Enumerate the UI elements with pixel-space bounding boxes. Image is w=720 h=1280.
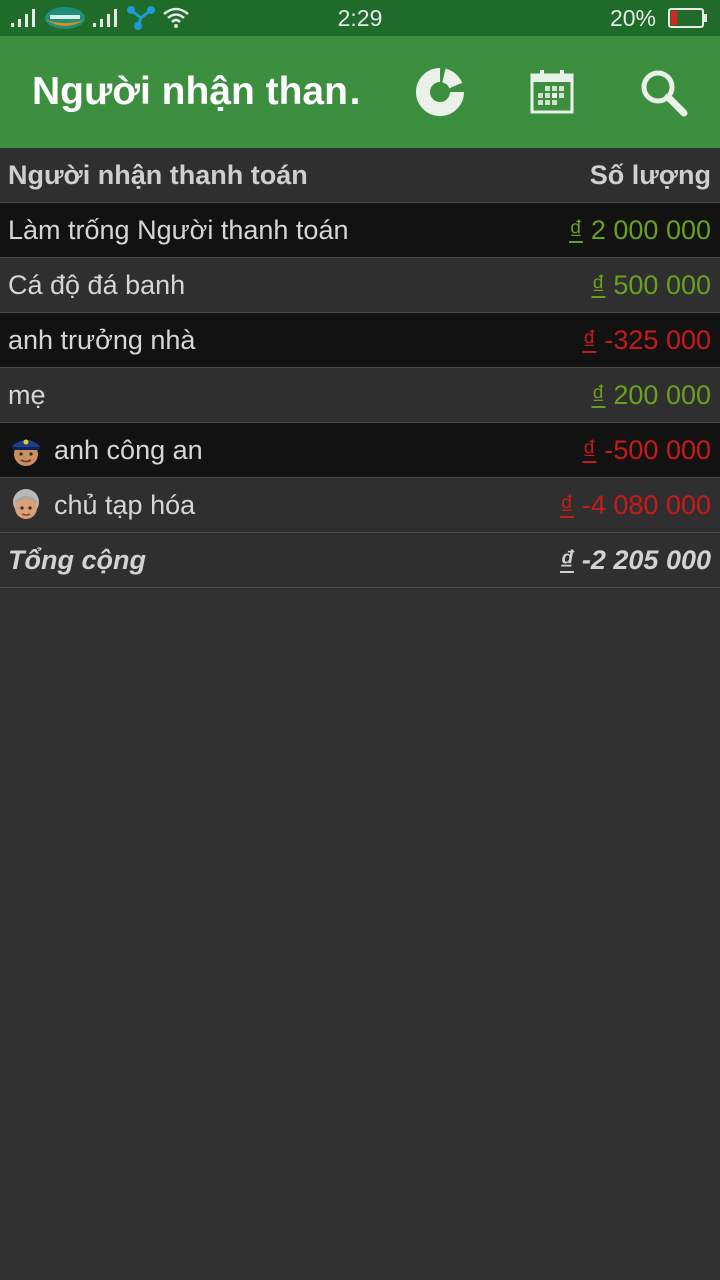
search-button[interactable]: [637, 66, 689, 118]
currency-symbol: ₫: [569, 215, 583, 245]
payee-name: anh trưởng nhà: [8, 313, 195, 367]
payee-amount: ₫ 200 000: [592, 368, 711, 422]
calendar-icon: [530, 70, 574, 114]
table-row[interactable]: chủ tạp hóa ₫ -4 080 000: [0, 478, 720, 533]
payee-name: anh công an: [8, 423, 203, 477]
battery-icon: [668, 8, 707, 28]
amount-value: 500 000: [613, 270, 711, 300]
payee-amount: ₫ -325 000: [583, 313, 711, 367]
payee-name: mẹ: [8, 368, 46, 422]
currency-symbol: ₫: [582, 325, 597, 355]
payee-name: chủ tạp hóa: [8, 478, 195, 532]
calendar-button[interactable]: [526, 66, 578, 118]
amount-value: -325 000: [604, 325, 711, 355]
table-row[interactable]: Làm trống Người thanh toán ₫ 2 000 000: [0, 203, 720, 258]
total-row: Tổng cộng ₫ -2 205 000: [0, 533, 720, 588]
currency-symbol: ₫: [591, 270, 606, 300]
payee-amount: ₫ 500 000: [592, 258, 711, 312]
page-title: Người nhận than…: [32, 70, 362, 113]
payee-label: anh công an: [54, 435, 203, 465]
currency-symbol: ₫: [582, 435, 597, 465]
chart-button[interactable]: [414, 66, 466, 118]
payee-amount: ₫ -4 080 000: [560, 478, 711, 532]
search-icon: [641, 70, 688, 117]
total-value: -2 205 000: [581, 545, 711, 575]
total-label: Tổng cộng: [8, 545, 146, 575]
status-icons-right: 20%: [610, 0, 708, 36]
payee-label: mẹ: [8, 380, 46, 410]
currency-symbol: ₫: [591, 380, 606, 410]
table-row[interactable]: anh công an ₫ -500 000: [0, 423, 720, 478]
payee-amount: ₫ 2 000 000: [569, 203, 711, 257]
table-row[interactable]: Cá độ đá banh ₫ 500 000: [0, 258, 720, 313]
payee-label: Cá độ đá banh: [8, 270, 186, 300]
old-woman-icon: [13, 489, 39, 519]
status-bar: 2:29 20%: [0, 0, 720, 36]
table-row[interactable]: anh trưởng nhà ₫ -325 000: [0, 313, 720, 368]
payee-amount: ₫ -500 000: [583, 423, 711, 477]
police-officer-icon: [12, 439, 40, 466]
payee-name: Cá độ đá banh: [8, 258, 185, 312]
table-row[interactable]: mẹ ₫ 200 000: [0, 368, 720, 423]
currency-symbol: ₫: [560, 490, 574, 520]
amount-value: 200 000: [613, 380, 711, 410]
header-amount[interactable]: Số lượng: [590, 148, 711, 202]
payee-name: Làm trống Người thanh toán: [8, 203, 348, 257]
table-header: Người nhận thanh toán Số lượng: [0, 148, 720, 203]
amount-value: -4 080 000: [581, 490, 711, 520]
payee-label: Làm trống Người thanh toán: [8, 215, 349, 245]
app-bar: Người nhận than…: [0, 36, 720, 148]
donut-chart-icon: [416, 68, 464, 116]
total-amount: ₫ -2 205 000: [560, 533, 711, 587]
amount-value: -500 000: [604, 435, 711, 465]
payee-label: chủ tạp hóa: [54, 490, 196, 520]
header-payee[interactable]: Người nhận thanh toán: [8, 148, 308, 202]
battery-percent: 20%: [609, 4, 656, 31]
amount-value: 2 000 000: [590, 215, 711, 245]
payee-label: anh trưởng nhà: [8, 325, 196, 355]
currency-symbol: ₫: [560, 545, 574, 575]
